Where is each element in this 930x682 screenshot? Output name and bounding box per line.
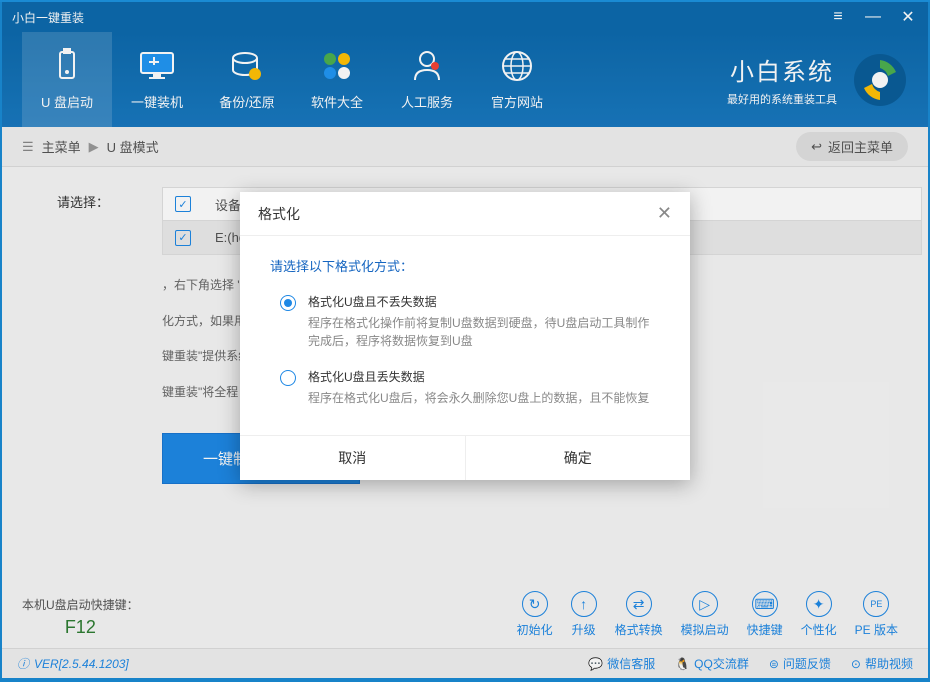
radio-option-keep-data[interactable]: 格式化U盘且不丢失数据 程序在格式化操作前将复制U盘数据到硬盘，待U盘启动工具制… (270, 293, 660, 350)
option-desc: 程序在格式化操作前将复制U盘数据到硬盘，待U盘启动工具制作完成后，程序将数据恢复… (308, 314, 660, 350)
format-modal: 格式化 ✕ 请选择以下格式化方式： 格式化U盘且不丢失数据 程序在格式化操作前将… (240, 192, 690, 480)
modal-header: 格式化 ✕ (240, 192, 690, 236)
option-title: 格式化U盘且丢失数据 (308, 368, 649, 385)
modal-close-button[interactable]: ✕ (657, 203, 672, 224)
modal-title: 格式化 (258, 204, 300, 224)
radio-button[interactable] (280, 295, 296, 311)
radio-button[interactable] (280, 370, 296, 386)
confirm-button[interactable]: 确定 (466, 436, 691, 480)
cancel-button[interactable]: 取消 (240, 436, 466, 480)
modal-prompt: 请选择以下格式化方式： (270, 256, 660, 275)
option-title: 格式化U盘且不丢失数据 (308, 293, 660, 310)
modal-overlay: 格式化 ✕ 请选择以下格式化方式： 格式化U盘且不丢失数据 程序在格式化操作前将… (0, 2, 930, 682)
option-desc: 程序在格式化U盘后，将会永久删除您U盘上的数据，且不能恢复 (308, 389, 649, 407)
radio-option-lose-data[interactable]: 格式化U盘且丢失数据 程序在格式化U盘后，将会永久删除您U盘上的数据，且不能恢复 (270, 368, 660, 407)
